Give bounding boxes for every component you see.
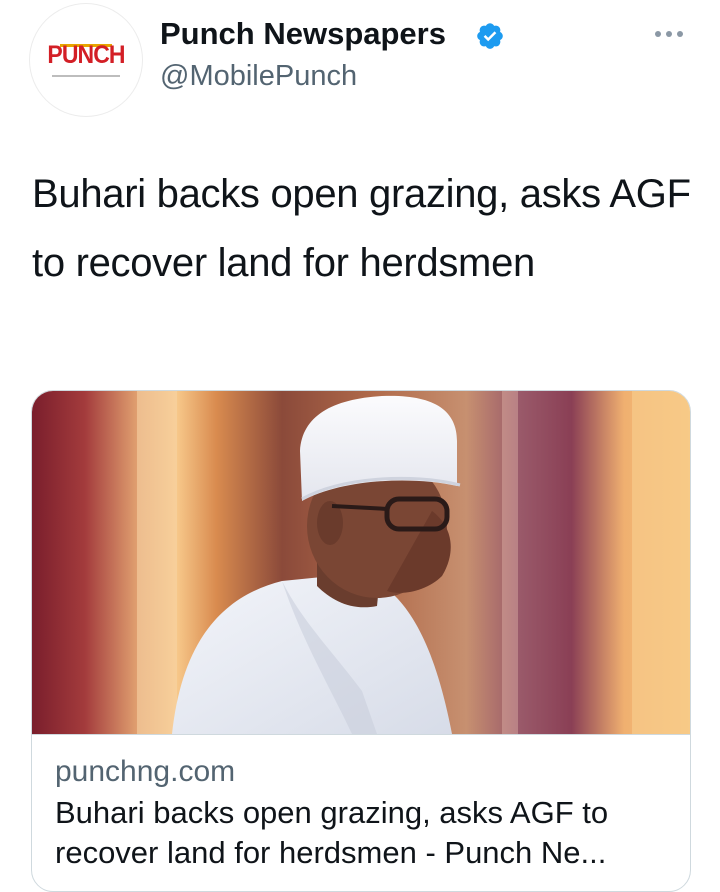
more-options-icon[interactable] xyxy=(649,18,689,48)
card-domain: punchng.com xyxy=(55,755,236,788)
avatar[interactable]: PUNCH xyxy=(30,4,142,116)
author-display-name[interactable]: Punch Newspapers xyxy=(160,16,446,52)
card-title[interactable]: Buhari backs open grazing, asks AGF to r… xyxy=(55,793,675,873)
tweet: PUNCH Punch Newspapers @MobilePunch Buha… xyxy=(0,0,720,892)
tweet-text: Buhari backs open grazing, asks AGF to r… xyxy=(32,172,691,285)
card-text-area: punchng.com Buhari backs open grazing, a… xyxy=(32,734,690,870)
logo-tagline-line xyxy=(52,75,120,77)
punch-logo: PUNCH xyxy=(47,41,125,69)
verified-badge-icon xyxy=(477,23,503,49)
article-photo xyxy=(32,391,690,734)
author-handle[interactable]: @MobilePunch xyxy=(160,60,357,93)
link-preview-card[interactable]: punchng.com Buhari backs open grazing, a… xyxy=(31,390,691,892)
